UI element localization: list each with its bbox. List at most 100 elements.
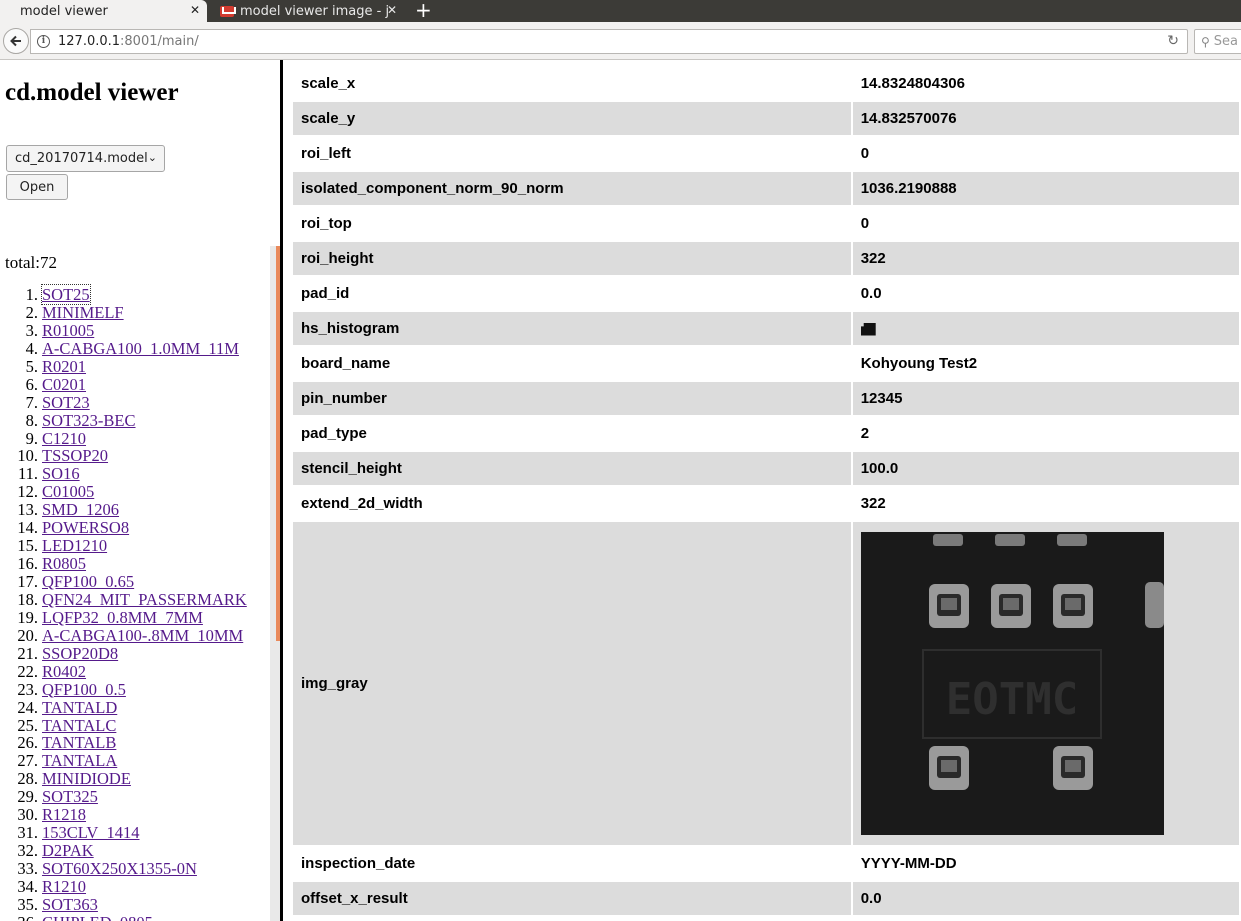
model-link[interactable]: SSOP20D8 <box>42 644 118 663</box>
reload-icon[interactable]: ↻ <box>1167 33 1179 49</box>
property-value: 12345 <box>852 382 1239 415</box>
property-value <box>852 312 1239 345</box>
list-item: 27. TANTALA <box>0 752 270 770</box>
list-item-number: 19. <box>17 607 38 627</box>
list-item: 3. R01005 <box>0 321 270 340</box>
list-item: 32. D2PAK <box>0 842 270 860</box>
model-link[interactable]: POWERSO8 <box>42 518 129 537</box>
property-value: Kohyoung Test2 <box>852 347 1239 380</box>
model-link[interactable]: SOT60X250X1355-0N <box>42 859 197 878</box>
list-item: 26. TANTALB <box>0 734 270 752</box>
model-link[interactable]: SOT23 <box>42 393 90 412</box>
property-value: 1036.2190888 <box>852 172 1239 205</box>
table-row: img_gray EOTMC <box>293 522 1239 845</box>
info-icon[interactable]: i <box>37 35 50 48</box>
model-link[interactable]: QFP100_0.65 <box>42 572 134 591</box>
list-item-number: 2. <box>25 302 38 322</box>
property-name: extend_2d_width <box>293 487 851 520</box>
open-button[interactable]: Open <box>6 174 68 200</box>
model-details-pane: scale_x 14.8324804306 scale_y 14.832570076 r… <box>283 60 1241 921</box>
list-item: 17. QFP100_0.65 <box>0 573 270 591</box>
list-item: 14. POWERSO8 <box>0 519 270 537</box>
search-icon: ⚲ <box>1201 34 1210 49</box>
model-link[interactable]: TANTALA <box>42 751 117 770</box>
list-item-number: 28. <box>17 769 38 789</box>
list-item: 22. R0402 <box>0 662 270 681</box>
list-item-number: 29. <box>17 787 38 807</box>
model-link[interactable]: SO16 <box>42 464 80 483</box>
model-link[interactable]: R0201 <box>42 357 86 376</box>
model-link[interactable]: C1210 <box>42 429 86 448</box>
table-row: roi_top 0 <box>293 207 1239 240</box>
model-link[interactable]: TANTALC <box>42 716 116 735</box>
list-item-number: 32. <box>17 841 38 861</box>
list-item-number: 24. <box>17 697 38 717</box>
close-tab-icon[interactable]: ✕ <box>190 3 200 17</box>
property-value: YYYY-MM-DD <box>852 847 1239 880</box>
model-link[interactable]: CHIPLED_0805 <box>42 913 153 921</box>
table-row: extend_2d_width 322 <box>293 487 1239 520</box>
tab-title: model viewer image - j <box>240 3 390 19</box>
model-link[interactable]: R0805 <box>42 554 86 573</box>
model-link[interactable]: TANTALB <box>42 733 116 752</box>
list-item: 1. SOT25 <box>0 284 270 305</box>
back-button[interactable] <box>3 28 29 54</box>
chevron-down-icon: ⌄ <box>147 151 157 164</box>
list-item-number: 31. <box>17 823 38 843</box>
property-value: 14.832570076 <box>852 102 1239 135</box>
model-link[interactable]: R1210 <box>42 877 86 896</box>
tab-title: model viewer <box>20 3 108 19</box>
model-select[interactable]: cd_20170714.model ⌄ <box>6 145 165 172</box>
model-link[interactable]: R1218 <box>42 805 86 824</box>
list-item: 15. LED1210 <box>0 537 270 555</box>
model-link[interactable]: A-CABGA100-.8MM_10MM <box>42 626 243 645</box>
search-input[interactable]: ⚲ Sea <box>1194 29 1241 54</box>
list-item: 24. TANTALD <box>0 697 270 717</box>
model-link[interactable]: SOT363 <box>42 895 98 914</box>
model-link[interactable]: SOT325 <box>42 787 98 806</box>
model-link[interactable]: D2PAK <box>42 841 94 860</box>
property-value: 100.0 <box>852 452 1239 485</box>
list-item: 13. SMD_1206 <box>0 501 270 519</box>
tab-model-viewer-image[interactable]: model viewer image - j ✕ <box>212 0 407 22</box>
model-link[interactable]: C01005 <box>42 482 94 501</box>
address-bar[interactable]: i 127.0.0.1:8001/main/ ↻ <box>30 29 1188 54</box>
list-item: 30. R1218 <box>0 806 270 824</box>
model-link[interactable]: SMD_1206 <box>42 500 119 519</box>
model-link[interactable]: QFP100_0.5 <box>42 680 126 699</box>
model-link[interactable]: A-CABGA100_1.0MM_11M <box>42 339 239 358</box>
tab-model-viewer[interactable]: model viewer ✕ <box>0 0 207 22</box>
property-value: 14.8324804306 <box>852 67 1239 100</box>
list-item: 2. MINIMELF <box>0 302 270 322</box>
list-item: 31. 153CLV_1414 <box>0 824 270 842</box>
list-item-number: 35. <box>17 894 38 914</box>
list-item-number: 16. <box>17 554 38 574</box>
model-link[interactable]: C0201 <box>42 375 86 394</box>
list-item-number: 17. <box>17 572 38 591</box>
model-link[interactable]: LQFP32_0.8MM_7MM <box>42 608 203 627</box>
model-link[interactable]: SOT25 <box>41 284 91 305</box>
new-tab-button[interactable]: + <box>415 0 432 22</box>
model-link[interactable]: QFN24_MIT_PASSERMARK <box>42 590 247 609</box>
property-value: 0 <box>852 137 1239 170</box>
model-link[interactable]: LED1210 <box>42 536 107 555</box>
model-link[interactable]: TSSOP20 <box>42 446 108 465</box>
property-value: 322 <box>852 487 1239 520</box>
model-link[interactable]: 153CLV_1414 <box>42 823 140 842</box>
list-item: 5. R0201 <box>0 357 270 376</box>
table-row: pin_number 12345 <box>293 382 1239 415</box>
list-item-number: 14. <box>17 518 38 538</box>
property-value: 0 <box>852 207 1239 240</box>
model-link[interactable]: R0402 <box>42 662 86 681</box>
property-name: roi_left <box>293 137 851 170</box>
model-link[interactable]: MINIMELF <box>42 303 124 322</box>
model-link[interactable]: SOT323-BEC <box>42 411 136 430</box>
list-item: 25. TANTALC <box>0 716 270 735</box>
model-link[interactable]: R01005 <box>42 321 94 340</box>
model-link[interactable]: MINIDIODE <box>42 769 131 788</box>
model-link[interactable]: TANTALD <box>42 698 117 717</box>
list-item-number: 6. <box>25 374 38 394</box>
model-properties-table: scale_x 14.8324804306 scale_y 14.832570076 r… <box>291 65 1241 917</box>
close-tab-icon[interactable]: ✕ <box>387 3 397 17</box>
component-marking-text: EOTMC <box>945 674 1077 725</box>
